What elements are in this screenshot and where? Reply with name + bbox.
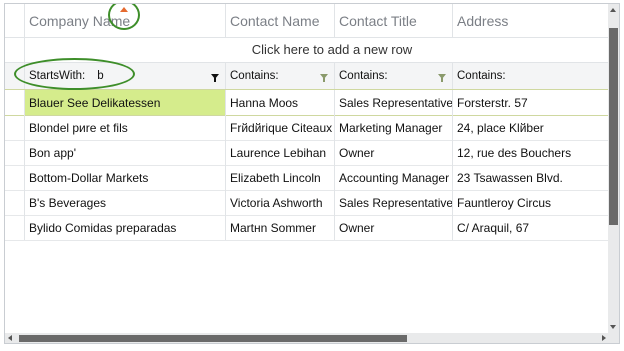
table-cell[interactable]: Bon app': [25, 140, 226, 165]
filter-funnel-icon[interactable]: [211, 73, 219, 82]
row-indicator: [5, 38, 25, 62]
column-header-label: Address: [457, 12, 509, 29]
table-cell[interactable]: Elizabeth Lincoln: [226, 165, 335, 190]
filter-cell-address[interactable]: Contains:: [453, 63, 609, 89]
row-indicator-header: [5, 4, 25, 37]
column-header-address[interactable]: Address: [453, 4, 609, 37]
row-indicator[interactable]: [5, 190, 25, 215]
vertical-scrollbar[interactable]: [608, 4, 619, 333]
filter-funnel-icon[interactable]: [320, 73, 328, 82]
table-cell[interactable]: Marketing Manager: [335, 115, 453, 140]
table-row[interactable]: Blauer See Delikatessen Hanna Moos Sales…: [5, 90, 609, 116]
table-cell[interactable]: Bottom-Dollar Markets: [25, 165, 226, 190]
table-cell[interactable]: Blondel pиre et fils: [25, 115, 226, 140]
scroll-left-arrow-icon[interactable]: [8, 335, 12, 341]
table-cell[interactable]: Sales Representative: [335, 190, 453, 215]
table-cell[interactable]: Fauntleroy Circus: [453, 190, 609, 215]
table-cell[interactable]: Accounting Manager: [335, 165, 453, 190]
table-row[interactable]: Bylido Comidas preparadas Martнn Sommer …: [5, 215, 609, 241]
column-header-row: Company Name Contact Name Contact Title …: [5, 4, 609, 38]
table-cell[interactable]: Owner: [335, 215, 453, 240]
filter-cell-contact-name[interactable]: Contains:: [226, 63, 335, 89]
filter-operator: Contains:: [339, 70, 388, 82]
data-grid: Company Name Contact Name Contact Title …: [4, 3, 620, 344]
table-cell[interactable]: Bylido Comidas preparadas: [25, 215, 226, 240]
filter-callout-circle: [14, 58, 135, 90]
row-indicator[interactable]: [5, 140, 25, 165]
filter-operator: Contains:: [230, 70, 279, 82]
filter-cell-contact-title[interactable]: Contains:: [335, 63, 453, 89]
table-cell[interactable]: Blauer See Delikatessen: [25, 90, 226, 115]
scrollbar-corner: [608, 333, 619, 343]
table-cell[interactable]: B's Beverages: [25, 190, 226, 215]
filter-editor[interactable]: Contains:: [457, 70, 518, 82]
filter-editor[interactable]: Contains:: [339, 70, 400, 82]
table-row[interactable]: Bottom-Dollar Markets Elizabeth Lincoln …: [5, 165, 609, 191]
table-cell[interactable]: C/ Araquil, 67: [453, 215, 609, 240]
table-cell[interactable]: Hanna Moos: [226, 90, 335, 115]
vertical-scrollbar-thumb[interactable]: [609, 28, 618, 225]
filter-funnel-icon[interactable]: [438, 73, 446, 82]
table-cell[interactable]: 23 Tsawassen Blvd.: [453, 165, 609, 190]
row-indicator[interactable]: [5, 165, 25, 190]
scroll-right-arrow-icon[interactable]: [602, 335, 606, 341]
column-header-label: Contact Name: [230, 12, 320, 29]
table-row[interactable]: Blondel pиre et fils Frйdйrique Citeaux …: [5, 115, 609, 141]
table-cell[interactable]: Frйdйrique Citeaux: [226, 115, 335, 140]
table-cell[interactable]: 24, place Klйber: [453, 115, 609, 140]
row-indicator[interactable]: [5, 115, 25, 140]
horizontal-scrollbar[interactable]: [5, 333, 609, 343]
horizontal-scrollbar-thumb[interactable]: [19, 335, 407, 342]
column-header-label: Contact Title: [339, 12, 417, 29]
table-cell[interactable]: Owner: [335, 140, 453, 165]
table-row[interactable]: Bon app' Laurence Lebihan Owner 12, rue …: [5, 140, 609, 166]
table-cell[interactable]: 12, rue des Bouchers: [453, 140, 609, 165]
scroll-down-arrow-icon[interactable]: [610, 325, 616, 329]
add-new-row-label: Click here to add a new row: [251, 42, 413, 57]
table-row[interactable]: B's Beverages Victoria Ashworth Sales Re…: [5, 190, 609, 216]
table-cell[interactable]: Martнn Sommer: [226, 215, 335, 240]
column-header-contact-name[interactable]: Contact Name: [226, 4, 335, 37]
row-indicator[interactable]: [5, 90, 25, 115]
row-indicator[interactable]: [5, 215, 25, 240]
table-cell[interactable]: Victoria Ashworth: [226, 190, 335, 215]
scroll-up-arrow-icon[interactable]: [610, 8, 616, 12]
table-cell[interactable]: Forsterstr. 57: [453, 90, 609, 115]
table-cell[interactable]: Sales Representative: [335, 90, 453, 115]
table-cell[interactable]: Laurence Lebihan: [226, 140, 335, 165]
column-header-contact-title[interactable]: Contact Title: [335, 4, 453, 37]
filter-operator: Contains:: [457, 70, 506, 82]
filter-editor[interactable]: Contains:: [230, 70, 291, 82]
